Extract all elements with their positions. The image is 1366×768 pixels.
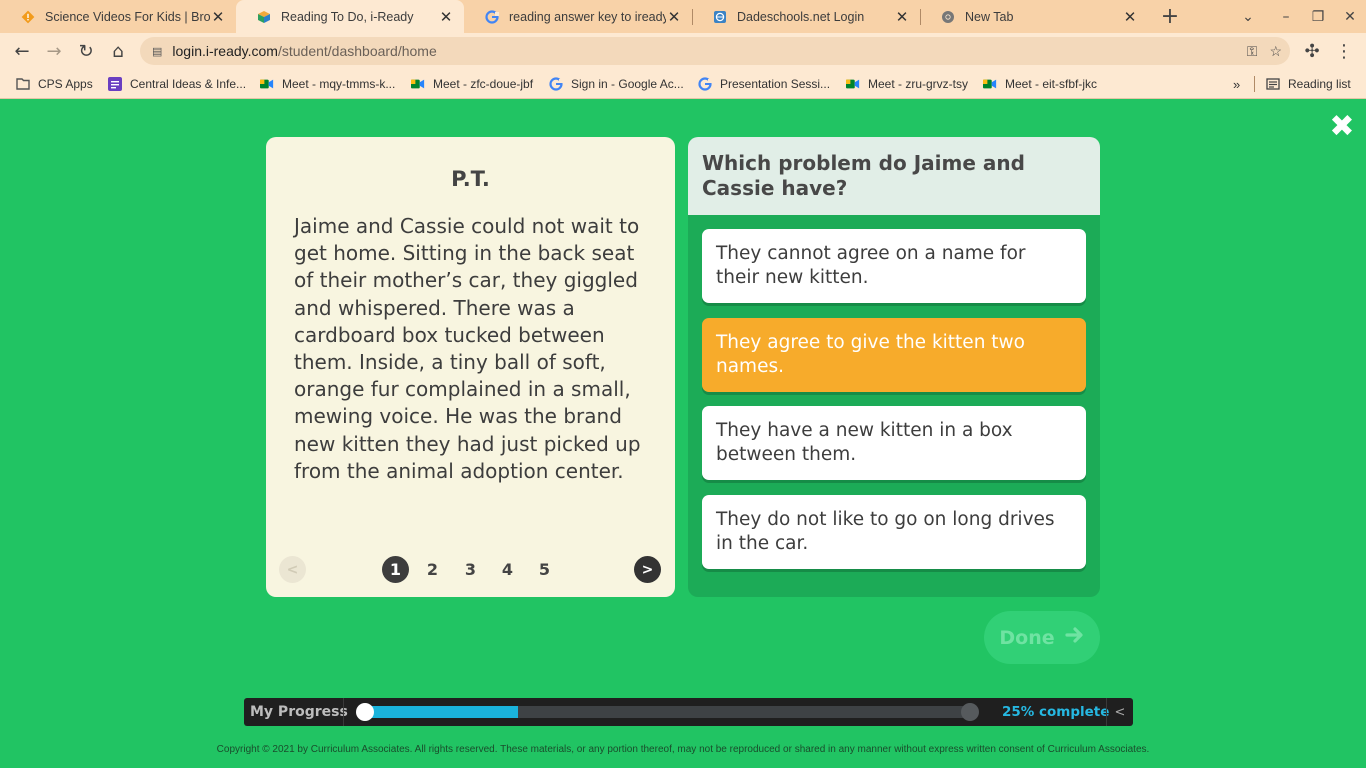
progress-fill	[366, 706, 518, 718]
progress-divider	[343, 698, 344, 726]
done-button[interactable]: Done	[984, 611, 1100, 664]
answer-option-4[interactable]: They do not like to go on long drives in…	[702, 495, 1086, 569]
tab-reading-answer-key[interactable]: reading answer key to iready - ✕	[464, 0, 692, 33]
list-icon	[108, 77, 122, 91]
progress-collapse-button[interactable]: <	[1106, 698, 1133, 726]
done-label: Done	[999, 626, 1055, 649]
extensions-puzzle-icon[interactable]: ✣	[1298, 37, 1326, 65]
bookmark-separator	[1254, 76, 1255, 92]
close-tab-icon[interactable]: ✕	[1122, 8, 1138, 26]
reload-icon[interactable]: ↻	[72, 37, 100, 65]
browser-tab-strip: Science Videos For Kids | Brow ✕ Reading…	[0, 0, 1366, 33]
tab-title: reading answer key to iready -	[509, 9, 666, 24]
bookmark-google-signin[interactable]: Sign in - Google Ac...	[549, 69, 684, 99]
tab-reading-to-do[interactable]: Reading To Do, i-Ready ✕	[236, 0, 464, 33]
restore-icon[interactable]: ❐	[1302, 0, 1334, 33]
home-icon[interactable]: ⌂	[104, 37, 132, 65]
tab-title: New Tab	[965, 9, 1014, 24]
page-3-button[interactable]: 3	[457, 556, 484, 583]
google-g-icon	[549, 77, 563, 91]
meet-icon	[983, 77, 997, 91]
close-lesson-icon[interactable]: ✖	[1326, 109, 1358, 144]
url-host: login.i-ready.com	[172, 43, 278, 59]
folder-icon	[16, 77, 30, 91]
iready-cube-icon	[256, 9, 271, 24]
back-arrow-icon[interactable]: ←	[8, 37, 36, 65]
progress-start-knob	[356, 703, 374, 721]
tab-science-videos[interactable]: Science Videos For Kids | Brow ✕	[0, 0, 236, 33]
tab-dadeschools-login[interactable]: Dadeschools.net Login ✕	[692, 0, 920, 33]
tab-new-tab[interactable]: New Tab ✕	[920, 0, 1148, 33]
bookmark-star-icon[interactable]: ☆	[1269, 43, 1282, 60]
question-prompt: Which problem do Jaime and Cassie have?	[688, 137, 1100, 215]
prev-page-button[interactable]: <	[279, 556, 306, 583]
globe-icon	[712, 9, 727, 24]
reading-list-icon	[1266, 77, 1280, 91]
meet-icon	[411, 77, 425, 91]
answer-option-3[interactable]: They have a new kitten in a box between …	[702, 406, 1086, 480]
passage-panel: P.T. Jaime and Cassie could not wait to …	[266, 137, 675, 597]
close-tab-icon[interactable]: ✕	[894, 8, 910, 26]
answer-option-2[interactable]: They agree to give the kitten two names.	[702, 318, 1086, 392]
minimize-icon[interactable]: –	[1270, 0, 1302, 33]
question-panel: Which problem do Jaime and Cassie have? …	[688, 137, 1100, 597]
bookmark-meet-3[interactable]: Meet - zru-grvz-tsy	[846, 69, 968, 99]
page-5-button[interactable]: 5	[531, 556, 558, 583]
forward-arrow-icon[interactable]: →	[40, 37, 68, 65]
close-tab-icon[interactable]: ✕	[210, 8, 226, 26]
progress-track	[366, 706, 972, 718]
passage-text: Jaime and Cassie could not wait to get h…	[294, 214, 641, 483]
chrome-icon	[940, 9, 955, 24]
copyright-notice: Copyright © 2021 by Curriculum Associate…	[216, 744, 1150, 755]
bookmark-meet-2[interactable]: Meet - zfc-doue-jbf	[411, 69, 533, 99]
meet-icon	[260, 77, 274, 91]
tab-title: Reading To Do, i-Ready	[281, 9, 414, 24]
passage-pager: < 1 2 3 4 5 >	[266, 554, 675, 584]
window-close-icon[interactable]: ✕	[1334, 0, 1366, 33]
key-icon[interactable]: ⚿	[1247, 43, 1258, 60]
bookmark-central-ideas[interactable]: Central Ideas & Infe...	[108, 69, 246, 99]
bookmark-cps-apps[interactable]: CPS Apps	[16, 69, 93, 99]
progress-end-knob	[961, 703, 979, 721]
bookmark-presentation[interactable]: Presentation Sessi...	[698, 69, 830, 99]
close-tab-icon[interactable]: ✕	[438, 8, 454, 26]
meet-icon	[846, 77, 860, 91]
bookmarks-overflow-icon[interactable]: »	[1233, 69, 1240, 99]
address-bar[interactable]: ▤ login.i-ready.com/student/dashboard/ho…	[140, 37, 1290, 65]
google-g-icon	[484, 9, 499, 24]
tab-search-chevron-icon[interactable]: ⌄	[1232, 0, 1264, 33]
close-tab-icon[interactable]: ✕	[666, 8, 682, 26]
progress-percent: 25% complete	[1002, 704, 1110, 720]
new-tab-plus-icon[interactable]: +	[1154, 0, 1186, 33]
menu-kebab-icon[interactable]: ⋮	[1330, 37, 1358, 65]
url-path: /student/dashboard/home	[277, 43, 437, 59]
bookmarks-bar: CPS Apps Central Ideas & Infe... Meet - …	[0, 69, 1366, 99]
site-info-icon[interactable]: ▤	[152, 45, 162, 58]
page-4-button[interactable]: 4	[494, 556, 521, 583]
arrow-right-icon	[1065, 626, 1085, 649]
tab-title: Science Videos For Kids | Brow	[45, 9, 210, 24]
tab-title: Dadeschools.net Login	[737, 9, 865, 24]
page-2-button[interactable]: 2	[419, 556, 446, 583]
google-g-icon	[698, 77, 712, 91]
answer-option-1[interactable]: They cannot agree on a name for their ne…	[702, 229, 1086, 303]
page-1-button[interactable]: 1	[382, 556, 409, 583]
progress-label: My Progress	[250, 704, 348, 720]
reading-list-button[interactable]: Reading list	[1266, 69, 1351, 99]
passage-title: P.T.	[451, 167, 490, 191]
bookmark-meet-4[interactable]: Meet - eit-sfbf-jkc	[983, 69, 1097, 99]
warning-diamond-icon	[20, 9, 35, 24]
bookmark-meet-1[interactable]: Meet - mqy-tmms-k...	[260, 69, 395, 99]
browser-toolbar: ← → ↻ ⌂ ▤ login.i-ready.com/student/dash…	[0, 33, 1366, 69]
next-page-button[interactable]: >	[634, 556, 661, 583]
my-progress-bar: My Progress 25% complete <	[244, 698, 1133, 726]
